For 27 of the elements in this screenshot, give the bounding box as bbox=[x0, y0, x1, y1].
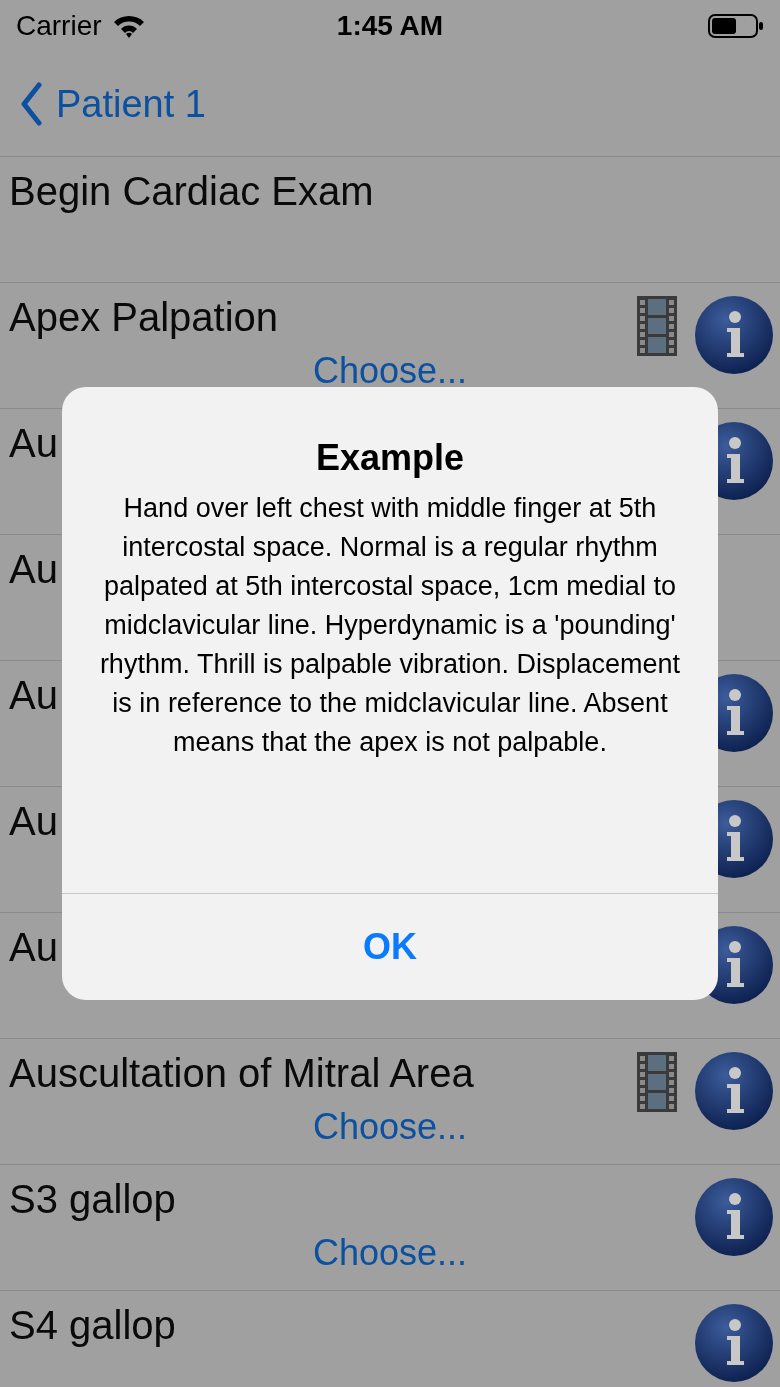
info-icon[interactable] bbox=[694, 1303, 774, 1383]
carrier-label: Carrier bbox=[16, 10, 102, 42]
ok-button[interactable]: OK bbox=[62, 893, 718, 1000]
row-label: Auscultation of Mitral Area bbox=[9, 1050, 474, 1097]
info-icon[interactable] bbox=[694, 1177, 774, 1257]
film-strip-icon[interactable] bbox=[636, 1051, 678, 1113]
row-label: Au bbox=[9, 546, 58, 593]
choose-button[interactable]: Choose... bbox=[312, 1107, 468, 1147]
film-strip-icon[interactable] bbox=[636, 295, 678, 357]
row-label: Au bbox=[9, 420, 58, 467]
battery-icon bbox=[708, 13, 764, 39]
info-icon[interactable] bbox=[694, 1051, 774, 1131]
row-label: Au bbox=[9, 924, 58, 971]
choose-button[interactable]: Choose... bbox=[312, 1233, 468, 1273]
back-button[interactable]: Patient 1 bbox=[0, 82, 206, 126]
row-label: Au bbox=[9, 798, 58, 845]
row-label: Begin Cardiac Exam bbox=[9, 168, 374, 215]
status-time: 1:45 AM bbox=[336, 10, 444, 42]
choose-button[interactable]: Choose... bbox=[312, 351, 468, 391]
row-label: Apex Palpation bbox=[9, 294, 279, 341]
chevron-icon bbox=[20, 82, 42, 126]
alert-title: Example bbox=[314, 437, 466, 479]
row-label: S4 gallop bbox=[9, 1302, 176, 1349]
row-label: S3 gallop bbox=[9, 1176, 176, 1223]
alert-message: Hand over left chest with middle finger at 5th intercostal space. Normal is a regular rhythm palpated at 5th intercostal space, 1cm medial to midclavicular line. Hyperdynamic is a 'pounding' rhythm. Thrill is palpable vibration. Displacement is in reference to the midclavicular line. Absent means that the apex is not palpable. bbox=[98, 492, 682, 759]
row-label: Au bbox=[9, 672, 58, 719]
info-icon[interactable] bbox=[694, 295, 774, 375]
